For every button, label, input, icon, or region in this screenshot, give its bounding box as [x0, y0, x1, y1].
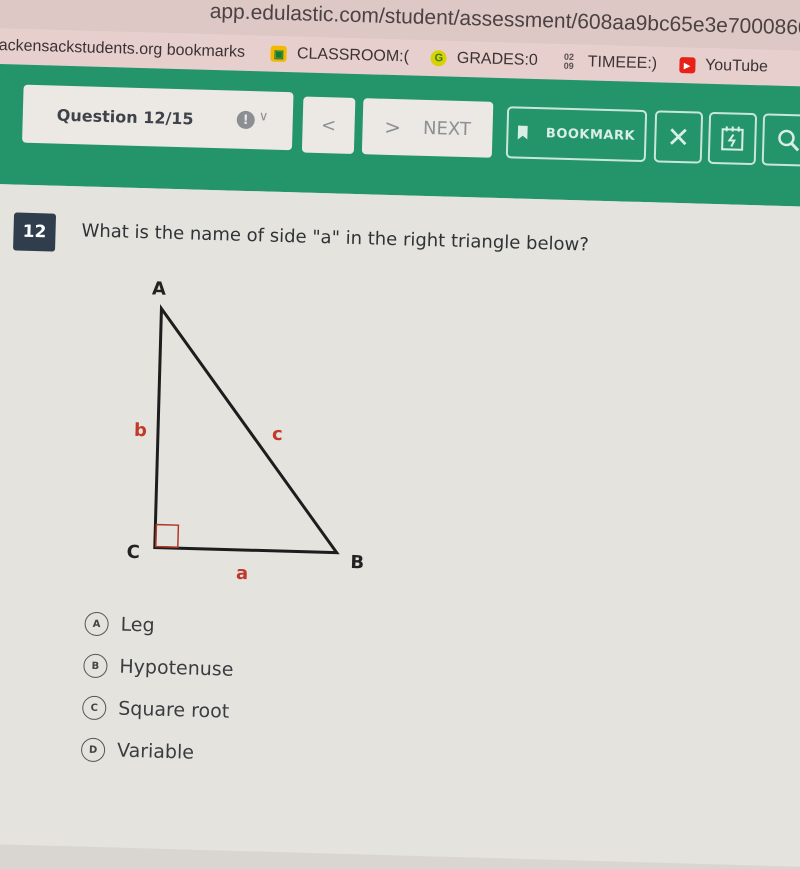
next-button[interactable]: > NEXT [362, 98, 494, 158]
radio-a[interactable]: A [84, 612, 109, 637]
bookmark-label: TIMEEE:) [588, 53, 658, 73]
close-icon: ✕ [666, 120, 690, 154]
bookmark-label: GRADES:0 [457, 50, 538, 70]
bookmark-label: ackensackstudents.org bookmarks [0, 37, 245, 62]
bookmark-grades[interactable]: G GRADES:0 [431, 49, 538, 70]
choice-hypotenuse[interactable]: B Hypotenuse [83, 645, 234, 691]
bookmark-label: BOOKMARK [546, 126, 636, 143]
right-angle-marker [156, 525, 179, 548]
right-triangle-figure: A C B b c a [124, 272, 413, 600]
grades-icon: G [431, 50, 447, 66]
question-text: What is the name of side "a" in the righ… [81, 220, 589, 255]
choice-square-root[interactable]: C Square root [82, 687, 233, 733]
bookmark-folder[interactable]: ackensackstudents.org bookmarks [0, 37, 245, 62]
side-label-c: c [272, 424, 283, 445]
question-counter: Question 12/15 [57, 105, 194, 128]
triangle-shape [155, 309, 344, 553]
radio-c[interactable]: C [82, 696, 107, 721]
bookmark-label: CLASSROOM:( [297, 45, 409, 66]
bookmark-label: YouTube [705, 57, 768, 77]
alert-icon: ! [236, 111, 254, 129]
screen: app.edulastic.com/student/assessment/608… [0, 0, 800, 843]
vertex-label-c: C [126, 542, 140, 563]
choice-text: Leg [120, 614, 155, 637]
side-label-b: b [134, 420, 148, 441]
scratchpad-button[interactable] [708, 112, 757, 165]
calendar-icon [720, 125, 745, 152]
answer-choices: A Leg B Hypotenuse C Square root D Varia… [81, 603, 236, 775]
chevron-down-icon: ∨ [259, 109, 269, 124]
google-classroom-icon: ▣ [271, 46, 287, 62]
chevron-right-icon: > [384, 115, 401, 139]
radio-b[interactable]: B [83, 654, 108, 679]
timer-icon-bottom: 09 [564, 62, 574, 71]
bookmark-classroom[interactable]: ▣ CLASSROOM:( [271, 45, 409, 67]
bookmark-button[interactable]: BOOKMARK [506, 106, 647, 162]
question-area: 12 What is the name of side "a" in the r… [0, 184, 800, 868]
radio-d[interactable]: D [81, 738, 106, 763]
previous-button[interactable]: < [302, 97, 356, 154]
choice-text: Variable [117, 740, 195, 764]
choice-text: Square root [118, 698, 230, 723]
timer-icon: 02 09 [560, 54, 578, 70]
side-label-a: a [236, 563, 249, 584]
next-label: NEXT [423, 117, 471, 139]
search-icon [776, 128, 800, 153]
bookmark-timer[interactable]: 02 09 TIMEEE:) [560, 53, 658, 74]
bookmark-icon [518, 126, 528, 140]
close-button[interactable]: ✕ [654, 110, 703, 163]
choice-leg[interactable]: A Leg [84, 603, 235, 649]
vertex-label-b: B [350, 552, 364, 573]
question-number-badge: 12 [13, 212, 56, 251]
choice-variable[interactable]: D Variable [81, 729, 232, 775]
choice-text: Hypotenuse [119, 656, 234, 681]
question-selector[interactable]: Question 12/15 ! ∨ [22, 85, 294, 151]
chevron-left-icon: < [321, 115, 337, 136]
zoom-button[interactable] [762, 113, 800, 166]
vertex-label-a: A [152, 278, 167, 299]
bookmark-youtube[interactable]: ▶ YouTube [679, 56, 768, 76]
youtube-icon: ▶ [679, 57, 695, 73]
